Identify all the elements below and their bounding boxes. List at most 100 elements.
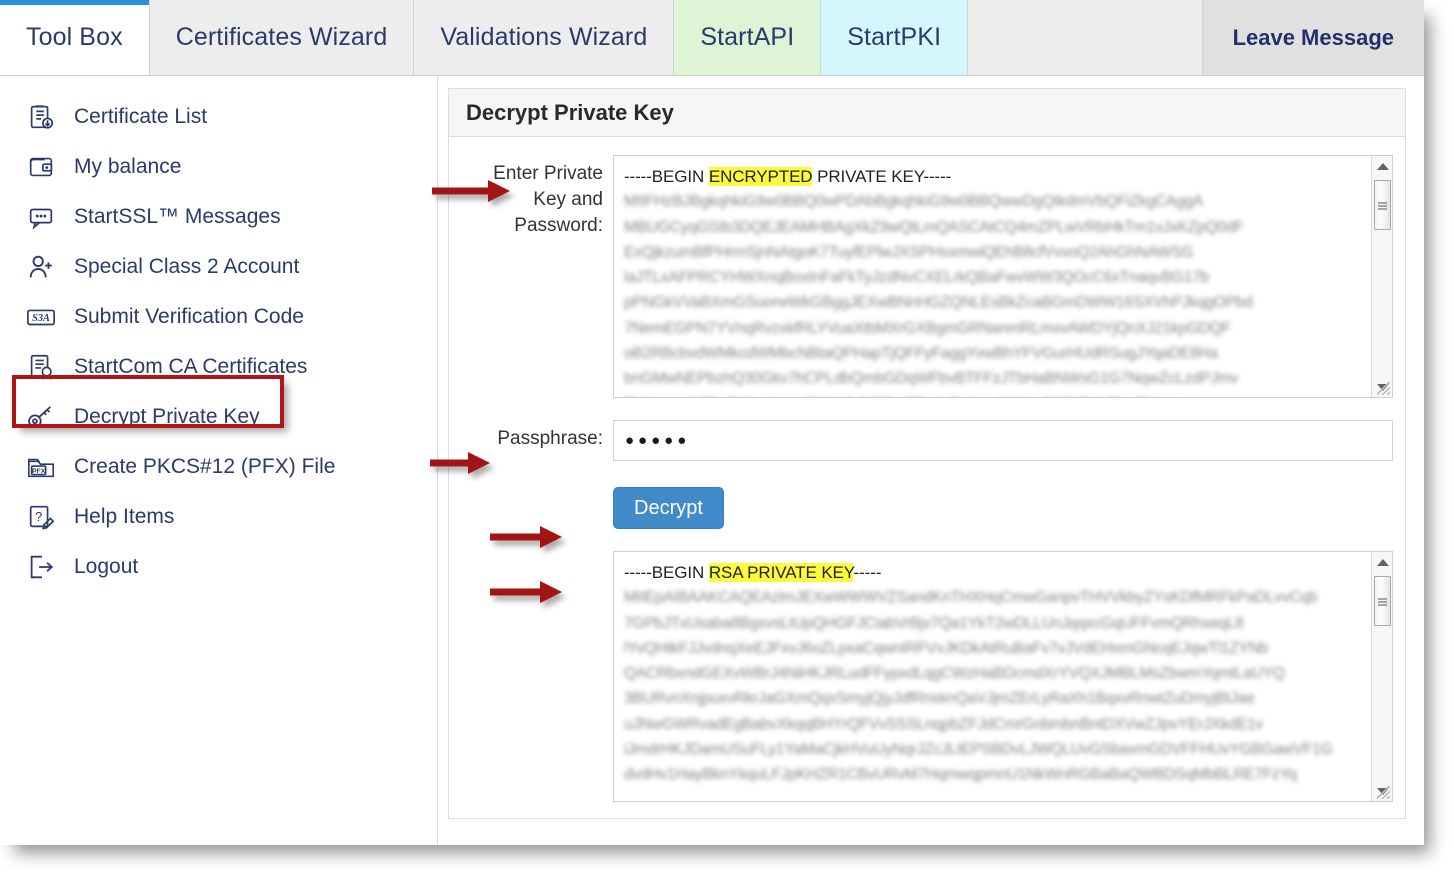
tab-validations-wizard[interactable]: Validations Wizard xyxy=(414,0,674,75)
passphrase-input[interactable]: ●●●●● xyxy=(613,420,1393,461)
sidebar: Certificate List My balance xyxy=(0,76,438,845)
private-key-label: Enter Private Key and Password: xyxy=(461,155,613,239)
output-header-line: -----BEGIN RSA PRIVATE KEY----- xyxy=(624,560,1382,585)
panel-body: Enter Private Key and Password: -----BEG… xyxy=(449,137,1405,818)
sidebar-item-startcom-ca-certificates[interactable]: StartCom CA Certificates xyxy=(0,342,437,392)
pem-body-line: 3BURvnXnjpuxvRkrJaGXmQqxSmyjQjyJdfRnsknQ… xyxy=(624,686,1382,711)
tab-label: StartAPI xyxy=(700,23,794,52)
tab-tool-box[interactable]: Tool Box xyxy=(0,0,150,75)
sidebar-item-submit-verification-code[interactable]: S3A Submit Verification Code xyxy=(0,292,437,342)
pem-body-line: MIIFHzBJBgkqhkiG9w0BBQ0wPDAbBgkqhkiG9w0B… xyxy=(624,189,1382,214)
sidebar-item-label: Decrypt Private Key xyxy=(74,405,260,429)
captcha-text: S3A xyxy=(32,313,50,324)
decrypt-button-label: Decrypt xyxy=(634,497,703,520)
svg-text:PFX: PFX xyxy=(32,468,46,475)
passphrase-masked-value: ●●●●● xyxy=(625,432,690,449)
decrypt-button-spacer xyxy=(461,487,613,493)
tab-bar: Tool Box Certificates Wizard Validations… xyxy=(0,0,1424,76)
pem-header-highlight: ENCRYPTED xyxy=(709,167,813,186)
passphrase-row: Passphrase: ●●●●● xyxy=(461,420,1393,461)
user-add-icon xyxy=(24,250,58,284)
pem-header-suffix: ----- xyxy=(853,563,881,582)
decrypt-private-key-panel: Decrypt Private Key Enter Private Key an… xyxy=(448,88,1406,819)
pem-body-line: bnGMwNEPbzhQ30Gkv7hCPLdbQmbGDqWFbvBTFFzJ… xyxy=(624,366,1382,391)
sidebar-item-label: Create PKCS#12 (PFX) File xyxy=(74,455,335,479)
message-bubble-icon xyxy=(24,200,58,234)
screenshot-root: Tool Box Certificates Wizard Validations… xyxy=(0,0,1454,876)
certificate-seal-icon xyxy=(24,350,58,384)
pem-body-line: dvdHv1HayBknYkquLFJpKHZR1CBvURvM7Hqmwqpm… xyxy=(624,762,1382,787)
decrypted-output-scrollbar[interactable] xyxy=(1371,552,1392,801)
tab-label: Tool Box xyxy=(26,23,123,52)
private-key-row: Enter Private Key and Password: -----BEG… xyxy=(461,155,1393,398)
tab-label: StartPKI xyxy=(847,23,941,52)
decrypted-output-textarea[interactable]: -----BEGIN RSA PRIVATE KEY----- MIIEpAIB… xyxy=(613,551,1393,802)
pem-header-suffix: PRIVATE KEY----- xyxy=(812,167,951,186)
wallet-icon xyxy=(24,150,58,184)
scrollbar-grip-icon xyxy=(1378,201,1387,210)
sidebar-item-help-items[interactable]: ? Help Items xyxy=(0,492,437,542)
leave-message-button[interactable]: Leave Message xyxy=(1203,0,1424,75)
sidebar-item-logout[interactable]: Logout xyxy=(0,542,437,592)
scroll-up-arrow-icon[interactable] xyxy=(1372,156,1393,176)
sidebar-item-label: My balance xyxy=(74,155,181,179)
pem-header-highlight: RSA PRIVATE KEY xyxy=(709,563,854,582)
pem-body-line: iJmdrHKJDamUSuFLy1YaMaCjkHVuUyNqrJZcJLtE… xyxy=(624,737,1382,762)
logout-icon xyxy=(24,550,58,584)
tab-label: Validations Wizard xyxy=(440,23,647,52)
private-key-textarea[interactable]: -----BEGIN ENCRYPTED PRIVATE KEY----- MI… xyxy=(613,155,1393,398)
body: Certificate List My balance xyxy=(0,76,1424,845)
pem-body-line: 7GPbJTxUsaba8BgxvsLtUpQHGFJCiabVrBjv7Qa1… xyxy=(624,611,1382,636)
private-key-scrollbar[interactable] xyxy=(1371,156,1392,397)
page-shell: Tool Box Certificates Wizard Validations… xyxy=(0,0,1424,845)
sidebar-item-my-balance[interactable]: My balance xyxy=(0,142,437,192)
tab-certificates-wizard[interactable]: Certificates Wizard xyxy=(150,0,415,75)
pem-body-line: 7NemEGPN7YVnqRvzxkfRLYVuaXtbMXrGXBgmGRNa… xyxy=(624,316,1382,341)
sidebar-item-label: StartSSL™ Messages xyxy=(74,205,281,229)
certificate-list-icon xyxy=(24,100,58,134)
scrollbar-grip-icon xyxy=(1378,597,1387,606)
key-icon xyxy=(24,400,58,434)
sidebar-item-label: Help Items xyxy=(74,505,174,529)
decrypt-button-row: Decrypt xyxy=(461,487,1393,529)
pem-header-prefix: -----BEGIN xyxy=(624,167,709,186)
pem-header-prefix: -----BEGIN xyxy=(624,563,709,582)
textarea-resize-handle[interactable] xyxy=(1377,786,1390,799)
content-area: Decrypt Private Key Enter Private Key an… xyxy=(438,76,1424,845)
passphrase-label: Passphrase: xyxy=(461,420,613,452)
help-edit-icon: ? xyxy=(24,500,58,534)
pem-body-line: pPNGkVVaBXmGSuorwWkGBggJEXwBNnHGZQNLEsBk… xyxy=(624,290,1382,315)
captcha-icon: S3A xyxy=(24,300,58,334)
sidebar-item-label: Submit Verification Code xyxy=(74,305,304,329)
tab-bar-spacer xyxy=(968,0,1202,75)
pem-body-line: lYvQHtkFJJvdnqXeEJFxvJ6oZLpxaCqwnIRFVvJK… xyxy=(624,636,1382,661)
pem-body-line: QACRbxndGEXvWBrJ4NiHKJRLudFFypxdLqgCWzHa… xyxy=(624,661,1382,686)
sidebar-item-decrypt-private-key[interactable]: Decrypt Private Key xyxy=(0,392,437,442)
pem-body-line: oB2RBcbvdWMkcdWMbcNBtaQPHapTjQFFyFaggYvw… xyxy=(624,341,1382,366)
sidebar-item-startssl-messages[interactable]: StartSSL™ Messages xyxy=(0,192,437,242)
private-key-header-line: -----BEGIN ENCRYPTED PRIVATE KEY----- xyxy=(624,164,1382,189)
pfx-folder-icon: PFX xyxy=(24,450,58,484)
decrypt-button[interactable]: Decrypt xyxy=(613,487,724,529)
tab-startapi[interactable]: StartAPI xyxy=(674,0,821,75)
textarea-resize-handle[interactable] xyxy=(1377,382,1390,395)
scrollbar-thumb[interactable] xyxy=(1374,180,1391,230)
svg-text:?: ? xyxy=(35,509,42,524)
page-title: Decrypt Private Key xyxy=(466,100,674,126)
sidebar-item-special-class-2-account[interactable]: Special Class 2 Account xyxy=(0,242,437,292)
sidebar-item-label: Special Class 2 Account xyxy=(74,255,299,279)
pem-body-line: laJTLxAFPRCYHWXnqBoxInFaFkTyJzdNvCXELrkQ… xyxy=(624,265,1382,290)
panel-header: Decrypt Private Key xyxy=(449,89,1405,137)
pem-body-line: TUKvnuxGEPuRfJhvAuwztFYfqVbQFPbzFTryJxFo… xyxy=(624,392,1382,398)
tab-startpki[interactable]: StartPKI xyxy=(821,0,968,75)
decrypted-output-spacer xyxy=(461,551,613,557)
pem-body-line: MBUGCyqGSIb3DQEJEAMHBAgXkZ9wQtLmQASCAtCQ… xyxy=(624,215,1382,240)
pem-body-line: ExQjkzumBfPHrmSjnNAtgoK7TuyfEPlwJXSPHsxm… xyxy=(624,240,1382,265)
pem-body-line: uJNwGWRvadEgBabvXkqqBHYrQFVvSSSLnqpbZFJd… xyxy=(624,712,1382,737)
scroll-up-arrow-icon[interactable] xyxy=(1372,552,1393,572)
decrypted-output-row: -----BEGIN RSA PRIVATE KEY----- MIIEpAIB… xyxy=(461,551,1393,802)
sidebar-item-certificate-list[interactable]: Certificate List xyxy=(0,92,437,142)
sidebar-item-label: Logout xyxy=(74,555,138,579)
sidebar-item-create-pkcs12-file[interactable]: PFX Create PKCS#12 (PFX) File xyxy=(0,442,437,492)
scrollbar-thumb[interactable] xyxy=(1374,576,1391,626)
